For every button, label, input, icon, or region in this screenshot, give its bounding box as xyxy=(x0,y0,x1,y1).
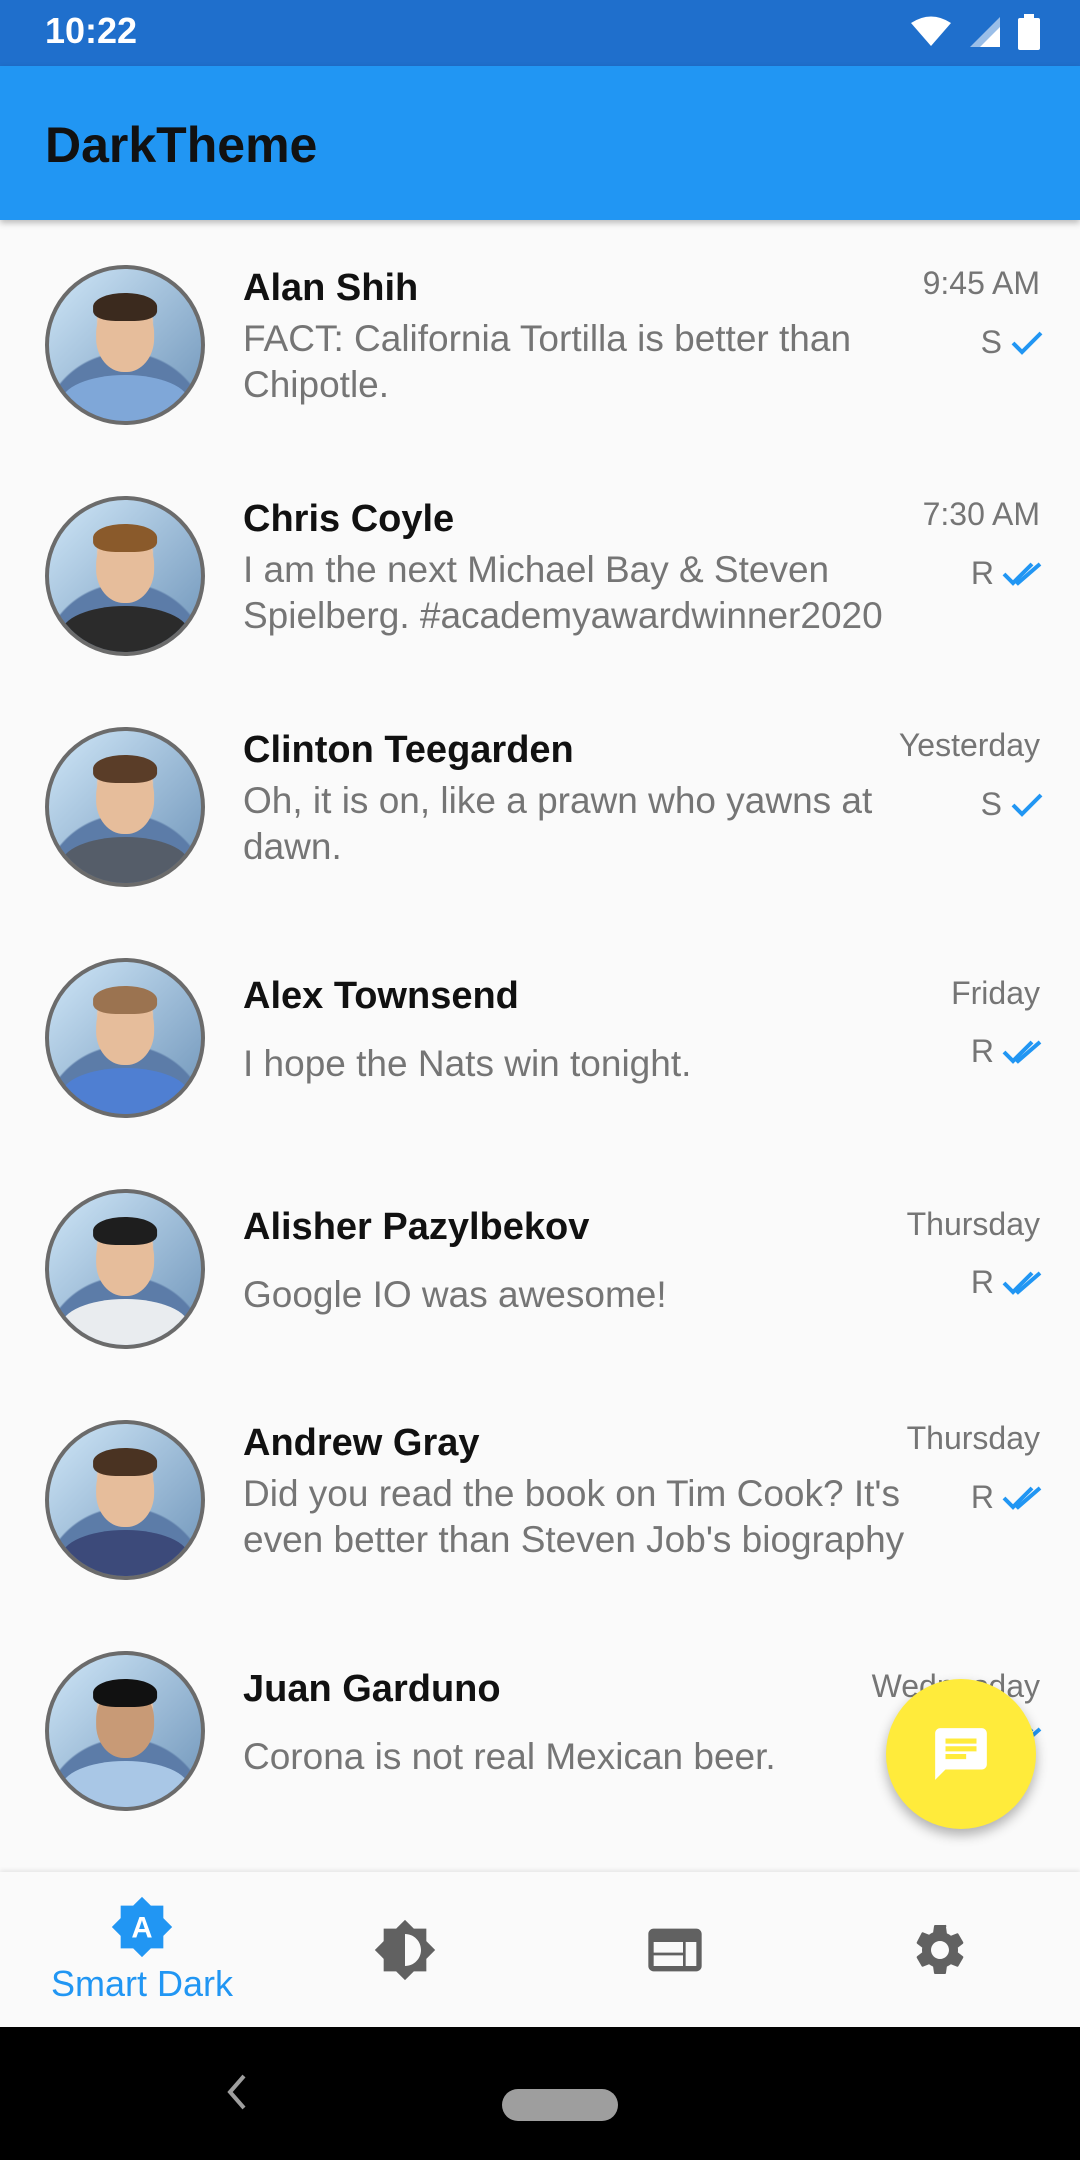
svg-text:A: A xyxy=(131,1911,152,1944)
cellular-signal-icon xyxy=(970,17,1000,47)
status-bar: 10:22 xyxy=(0,0,1080,66)
conversation-row[interactable]: Alisher Pazylbekov Google IO was awesome… xyxy=(0,1144,1080,1375)
status-letter: R xyxy=(970,1264,994,1300)
message-time: Thursday xyxy=(906,1420,1040,1456)
conversation-row[interactable]: Clinton Teegarden Oh, it is on, like a p… xyxy=(0,682,1080,913)
back-icon[interactable] xyxy=(225,2072,247,2112)
status-letter: S xyxy=(980,786,1002,822)
message-preview: I hope the Nats win tonight. xyxy=(243,1043,692,1084)
conversation-list[interactable]: Alan Shih FACT: California Tortilla is b… xyxy=(0,220,1080,1870)
delivery-status: S xyxy=(981,786,1044,823)
brightness-auto-icon: A xyxy=(111,1896,173,1957)
message-preview: Did you read the book on Tim Cook? It's … xyxy=(243,1473,905,1560)
delivery-status: R xyxy=(971,1033,1044,1070)
conversation-row[interactable]: Alan Shih FACT: California Tortilla is b… xyxy=(0,220,1080,451)
contact-name: Alan Shih xyxy=(243,267,419,309)
contact-name: Chris Coyle xyxy=(243,498,455,540)
avatar xyxy=(45,496,205,656)
nav-label-smart-dark: Smart Dark xyxy=(50,1962,234,2004)
web-view-icon xyxy=(648,1928,702,1971)
status-icons xyxy=(910,14,1040,50)
nav-item-settings[interactable] xyxy=(805,1872,1075,2027)
avatar xyxy=(45,1651,205,1811)
avatar xyxy=(45,958,205,1118)
contact-name: Andrew Gray xyxy=(243,1422,480,1464)
battery-icon xyxy=(1018,14,1040,50)
conversation-row[interactable]: Andrew Gray Did you read the book on Tim… xyxy=(0,1375,1080,1606)
avatar xyxy=(45,265,205,425)
delivery-status: R xyxy=(971,1264,1044,1301)
message-time: Thursday xyxy=(906,1206,1040,1242)
conversation-row[interactable]: Alex Townsend I hope the Nats win tonigh… xyxy=(0,913,1080,1144)
message-preview: I am the next Michael Bay & Steven Spiel… xyxy=(243,549,883,636)
home-button[interactable] xyxy=(502,2089,618,2121)
avatar xyxy=(45,1189,205,1349)
page-title: DarkTheme xyxy=(45,117,318,173)
message-time: Yesterday xyxy=(898,727,1040,763)
contact-name: Clinton Teegarden xyxy=(243,729,574,771)
status-letter: S xyxy=(980,324,1002,360)
status-letter: R xyxy=(970,1479,994,1515)
delivery-status: S xyxy=(981,324,1044,361)
bottom-navigation: A Smart Dark xyxy=(0,1872,1080,2027)
check-icon xyxy=(1011,331,1043,355)
nav-item-smart-dark[interactable]: A Smart Dark xyxy=(7,1872,277,2027)
contact-name: Alex Townsend xyxy=(243,975,519,1017)
message-preview: Corona is not real Mexican beer. xyxy=(243,1736,776,1777)
message-time: 7:30 AM xyxy=(922,496,1040,532)
avatar xyxy=(45,1420,205,1580)
status-time: 10:22 xyxy=(45,10,138,51)
check-icon xyxy=(1011,793,1043,817)
delivery-status: R xyxy=(971,1479,1044,1516)
delivery-status: R xyxy=(971,555,1044,592)
nav-item-web[interactable] xyxy=(540,1872,810,2027)
app-bar: DarkTheme xyxy=(0,66,1080,220)
settings-gear-icon xyxy=(916,1924,964,1974)
message-time: 9:45 AM xyxy=(922,265,1040,301)
message-icon xyxy=(935,1728,987,1780)
double-check-icon xyxy=(1002,1270,1042,1295)
message-preview: Google IO was awesome! xyxy=(243,1274,667,1315)
contact-name: Juan Garduno xyxy=(243,1668,501,1710)
wifi-icon xyxy=(911,16,951,46)
double-check-icon xyxy=(1002,1039,1042,1064)
compose-message-button[interactable] xyxy=(886,1679,1036,1829)
avatar xyxy=(45,727,205,887)
double-check-icon xyxy=(1002,1485,1042,1510)
status-letter: R xyxy=(970,555,994,591)
message-preview: FACT: California Tortilla is better than… xyxy=(243,318,852,405)
conversation-row[interactable]: Chris Coyle I am the next Michael Bay & … xyxy=(0,451,1080,682)
message-preview: Oh, it is on, like a prawn who yawns at … xyxy=(243,780,873,867)
message-time: Friday xyxy=(951,975,1040,1011)
contact-name: Alisher Pazylbekov xyxy=(243,1206,590,1248)
double-check-icon xyxy=(1002,561,1042,586)
nav-item-theme[interactable] xyxy=(270,1872,540,2027)
status-letter: R xyxy=(970,1033,994,1069)
contrast-icon xyxy=(374,1919,436,1980)
